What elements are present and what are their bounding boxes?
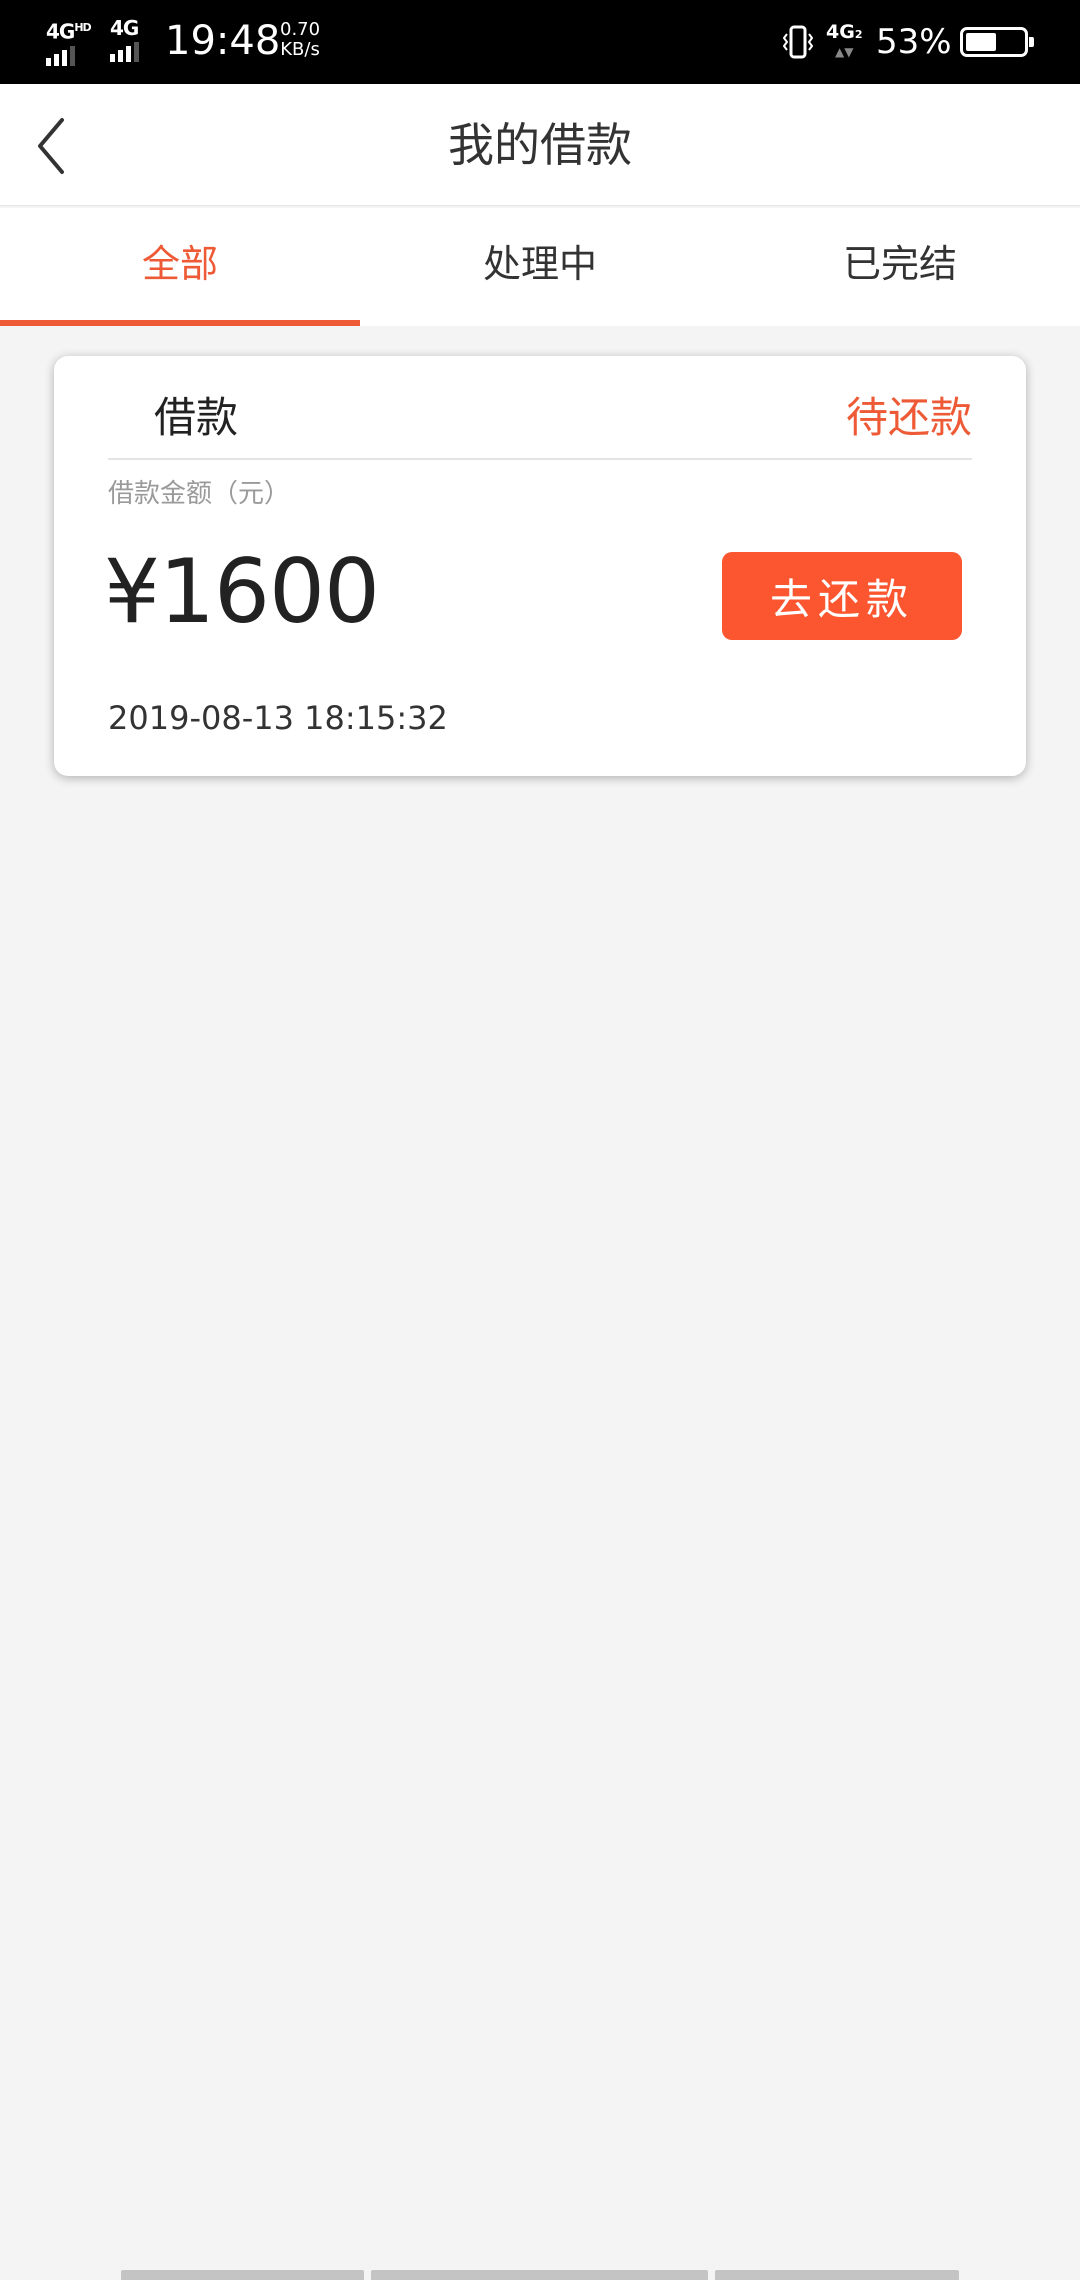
repay-button[interactable]: 去还款 [722, 552, 962, 640]
tab-bar: 全部 处理中 已完结 [0, 208, 1080, 326]
chevron-left-icon [38, 118, 64, 174]
status-time: 19:48 [165, 18, 281, 64]
data-network-label: 4G [826, 21, 855, 43]
loan-status: 待还款 [845, 393, 972, 442]
tab-completed[interactable]: 已完结 [720, 208, 1080, 326]
sim2-signal-icon: 4G [110, 18, 139, 64]
bottom-indicator-center [371, 2270, 708, 2280]
sim1-signal-icon: 4GHD [46, 18, 92, 66]
battery-percent: 53% [876, 22, 952, 62]
data-network-icon: 4G2 ▲▼ [826, 21, 863, 59]
battery-icon [960, 27, 1034, 57]
amount-label: 借款金额（元） [108, 479, 291, 509]
card-divider [108, 458, 972, 460]
network-speed-value: 0.70 [280, 19, 321, 40]
screen: 4GHD 4G 19:48 0.70 KB/s 4G2 ▲▼ 53% 我的借款 … [0, 0, 1080, 2280]
loan-date: 2019-08-13 18:15:32 [108, 699, 448, 737]
loan-type: 借款 [154, 393, 239, 442]
tab-processing[interactable]: 处理中 [360, 208, 720, 326]
bottom-indicator-left [121, 2270, 364, 2280]
sim1-network-label: 4G [46, 19, 75, 44]
network-speed-unit: KB/s [280, 39, 320, 60]
loan-card[interactable]: 借款 待还款 借款金额（元） ¥1600 去还款 2019-08-13 18:1… [54, 356, 1026, 776]
network-speed: 0.70 KB/s [280, 20, 320, 60]
nav-bar: 我的借款 [0, 84, 1080, 206]
status-bar: 4GHD 4G 19:48 0.70 KB/s 4G2 ▲▼ 53% [0, 0, 1080, 84]
data-network-sub: 2 [854, 28, 863, 41]
sim2-network-label: 4G [110, 16, 139, 40]
back-button[interactable] [20, 106, 100, 186]
loan-amount: ¥1600 [104, 540, 380, 643]
tab-all[interactable]: 全部 [0, 208, 360, 326]
bottom-indicator-right [715, 2270, 959, 2280]
vibrate-icon [783, 25, 813, 59]
page-title: 我的借款 [448, 118, 632, 172]
sim1-hd-label: HD [74, 21, 91, 34]
